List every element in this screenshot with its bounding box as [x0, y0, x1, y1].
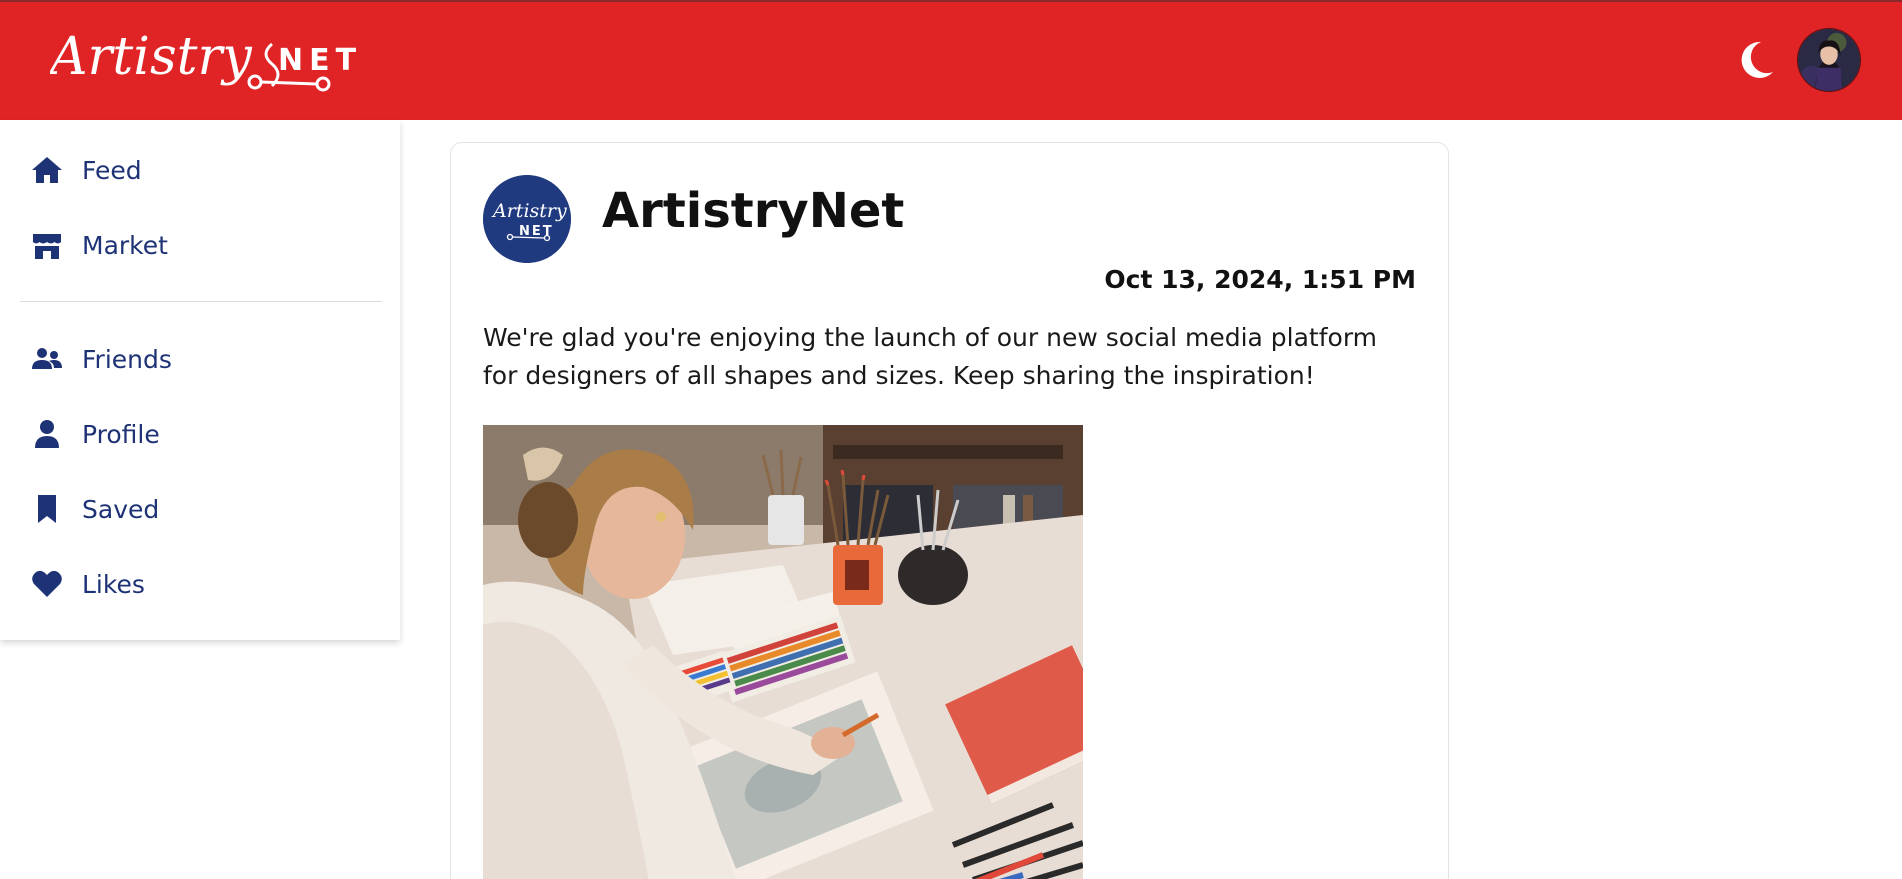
- users-icon: [30, 342, 64, 376]
- bookmark-icon: [30, 492, 64, 526]
- moon-icon[interactable]: [1733, 38, 1777, 82]
- svg-text:Artistry: Artistry: [491, 200, 567, 222]
- post-card: Artistry NET ArtistryNet Oct 13, 2024, 1…: [450, 142, 1449, 879]
- sidebar-item-label: Profile: [82, 419, 160, 449]
- sidebar-item-label: Friends: [82, 344, 172, 374]
- sidebar-item-market[interactable]: Market: [30, 217, 370, 273]
- top-edge: [0, 0, 1902, 2]
- post-author-name[interactable]: ArtistryNet: [602, 183, 904, 239]
- storefront-icon: [30, 228, 64, 262]
- post-timestamp: Oct 13, 2024, 1:51 PM: [1104, 265, 1416, 294]
- sidebar-item-label: Likes: [82, 569, 145, 599]
- home-icon: [30, 153, 64, 187]
- sidebar-item-label: Saved: [82, 494, 160, 524]
- sidebar-divider: [20, 301, 382, 302]
- sidebar-item-friends[interactable]: Friends: [30, 331, 370, 387]
- logo-graphic: Artistry NET: [46, 27, 360, 92]
- sidebar-item-label: Feed: [82, 155, 142, 185]
- sidebar-item-profile[interactable]: Profile: [30, 406, 370, 462]
- sidebar-item-feed[interactable]: Feed: [30, 142, 370, 198]
- sidebar-item-likes[interactable]: Likes: [30, 556, 370, 612]
- user-icon: [30, 417, 64, 451]
- top-bar: Artistry NET: [0, 0, 1902, 120]
- sidebar-item-label: Market: [82, 230, 168, 260]
- post-author-avatar[interactable]: Artistry NET: [483, 175, 571, 263]
- svg-text:Artistry: Artistry: [50, 27, 252, 87]
- sidebar-nav: Feed Market Friends Profile Saved Likes: [0, 120, 400, 640]
- post-photo[interactable]: [483, 425, 1083, 879]
- post-body: We're glad you're enjoying the launch of…: [483, 323, 1378, 390]
- artistrynet-logo[interactable]: Artistry NET: [46, 22, 360, 102]
- heart-icon: [30, 567, 64, 601]
- svg-text:NET: NET: [278, 43, 360, 78]
- user-avatar[interactable]: [1797, 28, 1861, 92]
- sidebar-item-saved[interactable]: Saved: [30, 481, 370, 537]
